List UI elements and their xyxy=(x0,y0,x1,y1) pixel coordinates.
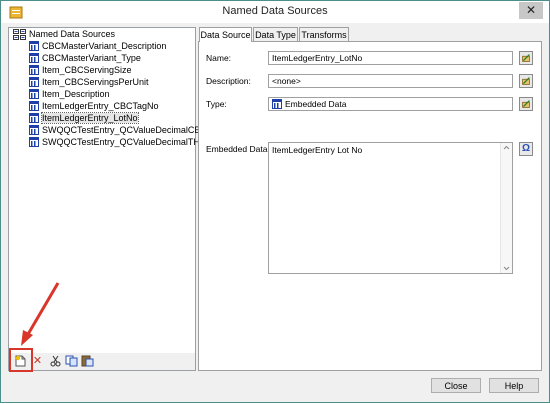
paste-icon[interactable] xyxy=(81,355,94,367)
tree-item-label: CBCMasterVariant_Type xyxy=(42,53,141,63)
type-edit-icon[interactable] xyxy=(519,97,533,111)
table-icon xyxy=(29,125,39,135)
tree-item[interactable]: ItemLedgerEntry_CBCTagNo xyxy=(29,100,159,112)
window-title: Named Data Sources xyxy=(222,5,328,17)
textarea-scrollbar[interactable] xyxy=(500,143,512,273)
tree-item[interactable]: SWQQCTestEntry_QCValueDecimalCBD xyxy=(29,124,207,136)
tree-item[interactable]: Item_CBCServingSize xyxy=(29,64,132,76)
description-edit-icon[interactable] xyxy=(519,74,533,88)
tree-item[interactable]: SWQQCTestEntry_QCValueDecimalTHC xyxy=(29,136,206,148)
tree-item[interactable]: Item_CBCServingsPerUnit xyxy=(29,76,149,88)
tree-item-label: Item_CBCServingSize xyxy=(42,65,132,75)
table-icon xyxy=(29,89,39,99)
type-field[interactable]: Embedded Data xyxy=(268,97,513,111)
window-close-button[interactable]: ✕ xyxy=(519,2,543,19)
tab-transforms[interactable]: Transforms xyxy=(299,27,349,41)
type-label: Type: xyxy=(206,99,227,109)
tree-item-label: SWQQCTestEntry_QCValueDecimalCBD xyxy=(42,125,207,135)
table-icon xyxy=(29,137,39,147)
data-sources-root-icon xyxy=(13,28,26,40)
table-icon xyxy=(29,77,39,87)
embedded-data-textarea[interactable]: ItemLedgerEntry Lot No xyxy=(268,142,513,274)
name-edit-icon[interactable] xyxy=(519,51,533,65)
table-icon xyxy=(29,113,39,123)
tree-toolbar: ✕ xyxy=(8,353,196,371)
tree-item-label: ItemLedgerEntry_CBCTagNo xyxy=(42,101,159,111)
table-icon xyxy=(29,41,39,51)
tab-data-source[interactable]: Data Source xyxy=(199,27,252,42)
cut-icon[interactable] xyxy=(49,355,62,367)
tree-item-label: ItemLedgerEntry_LotNo xyxy=(41,112,139,124)
tree-root[interactable]: Named Data Sources xyxy=(13,28,115,40)
help-button[interactable]: Help xyxy=(489,378,539,393)
tab-data-type[interactable]: Data Type xyxy=(253,27,298,41)
tree-item[interactable]: Item_Description xyxy=(29,88,110,100)
copy-icon[interactable] xyxy=(65,355,78,367)
tree-item[interactable]: CBCMasterVariant_Type xyxy=(29,52,141,64)
close-button[interactable]: Close xyxy=(431,378,481,393)
data-sources-tree: Named Data Sources CBCMasterVariant_Desc… xyxy=(8,27,207,356)
embedded-data-label: Embedded Data: xyxy=(206,144,270,154)
tree-item-label: CBCMasterVariant_Description xyxy=(42,41,167,51)
description-label: Description: xyxy=(206,76,251,86)
tree-root-label: Named Data Sources xyxy=(29,29,116,39)
special-character-button[interactable]: Ω xyxy=(519,142,533,156)
tree-item-label: Item_CBCServingsPerUnit xyxy=(42,77,149,87)
description-field[interactable]: <none> xyxy=(268,74,513,88)
data-source-panel: Name: ItemLedgerEntry_LotNo Description:… xyxy=(198,41,542,371)
table-icon xyxy=(29,101,39,111)
named-data-sources-dialog: Named Data Sources ✕ Named Data Sources … xyxy=(0,0,550,403)
table-icon xyxy=(29,53,39,63)
name-field[interactable]: ItemLedgerEntry_LotNo xyxy=(268,51,513,65)
title-bar: Named Data Sources ✕ xyxy=(1,1,549,23)
table-icon xyxy=(272,99,282,109)
name-label: Name: xyxy=(206,53,232,63)
type-value: Embedded Data xyxy=(285,99,347,109)
tree-item[interactable]: CBCMasterVariant_Description xyxy=(29,40,166,52)
properties-tabs: Data Source Data Type Transforms Name: I… xyxy=(198,27,542,371)
tree-item-label: SWQQCTestEntry_QCValueDecimalTHC xyxy=(42,137,207,147)
annotation-highlight-box xyxy=(9,348,33,372)
tree-item-selected[interactable]: ItemLedgerEntry_LotNo xyxy=(29,112,139,124)
embedded-data-value: ItemLedgerEntry Lot No xyxy=(272,145,363,155)
table-icon xyxy=(29,65,39,75)
tree-item-label: Item_Description xyxy=(42,89,110,99)
scroll-arrows-icon xyxy=(503,145,510,271)
